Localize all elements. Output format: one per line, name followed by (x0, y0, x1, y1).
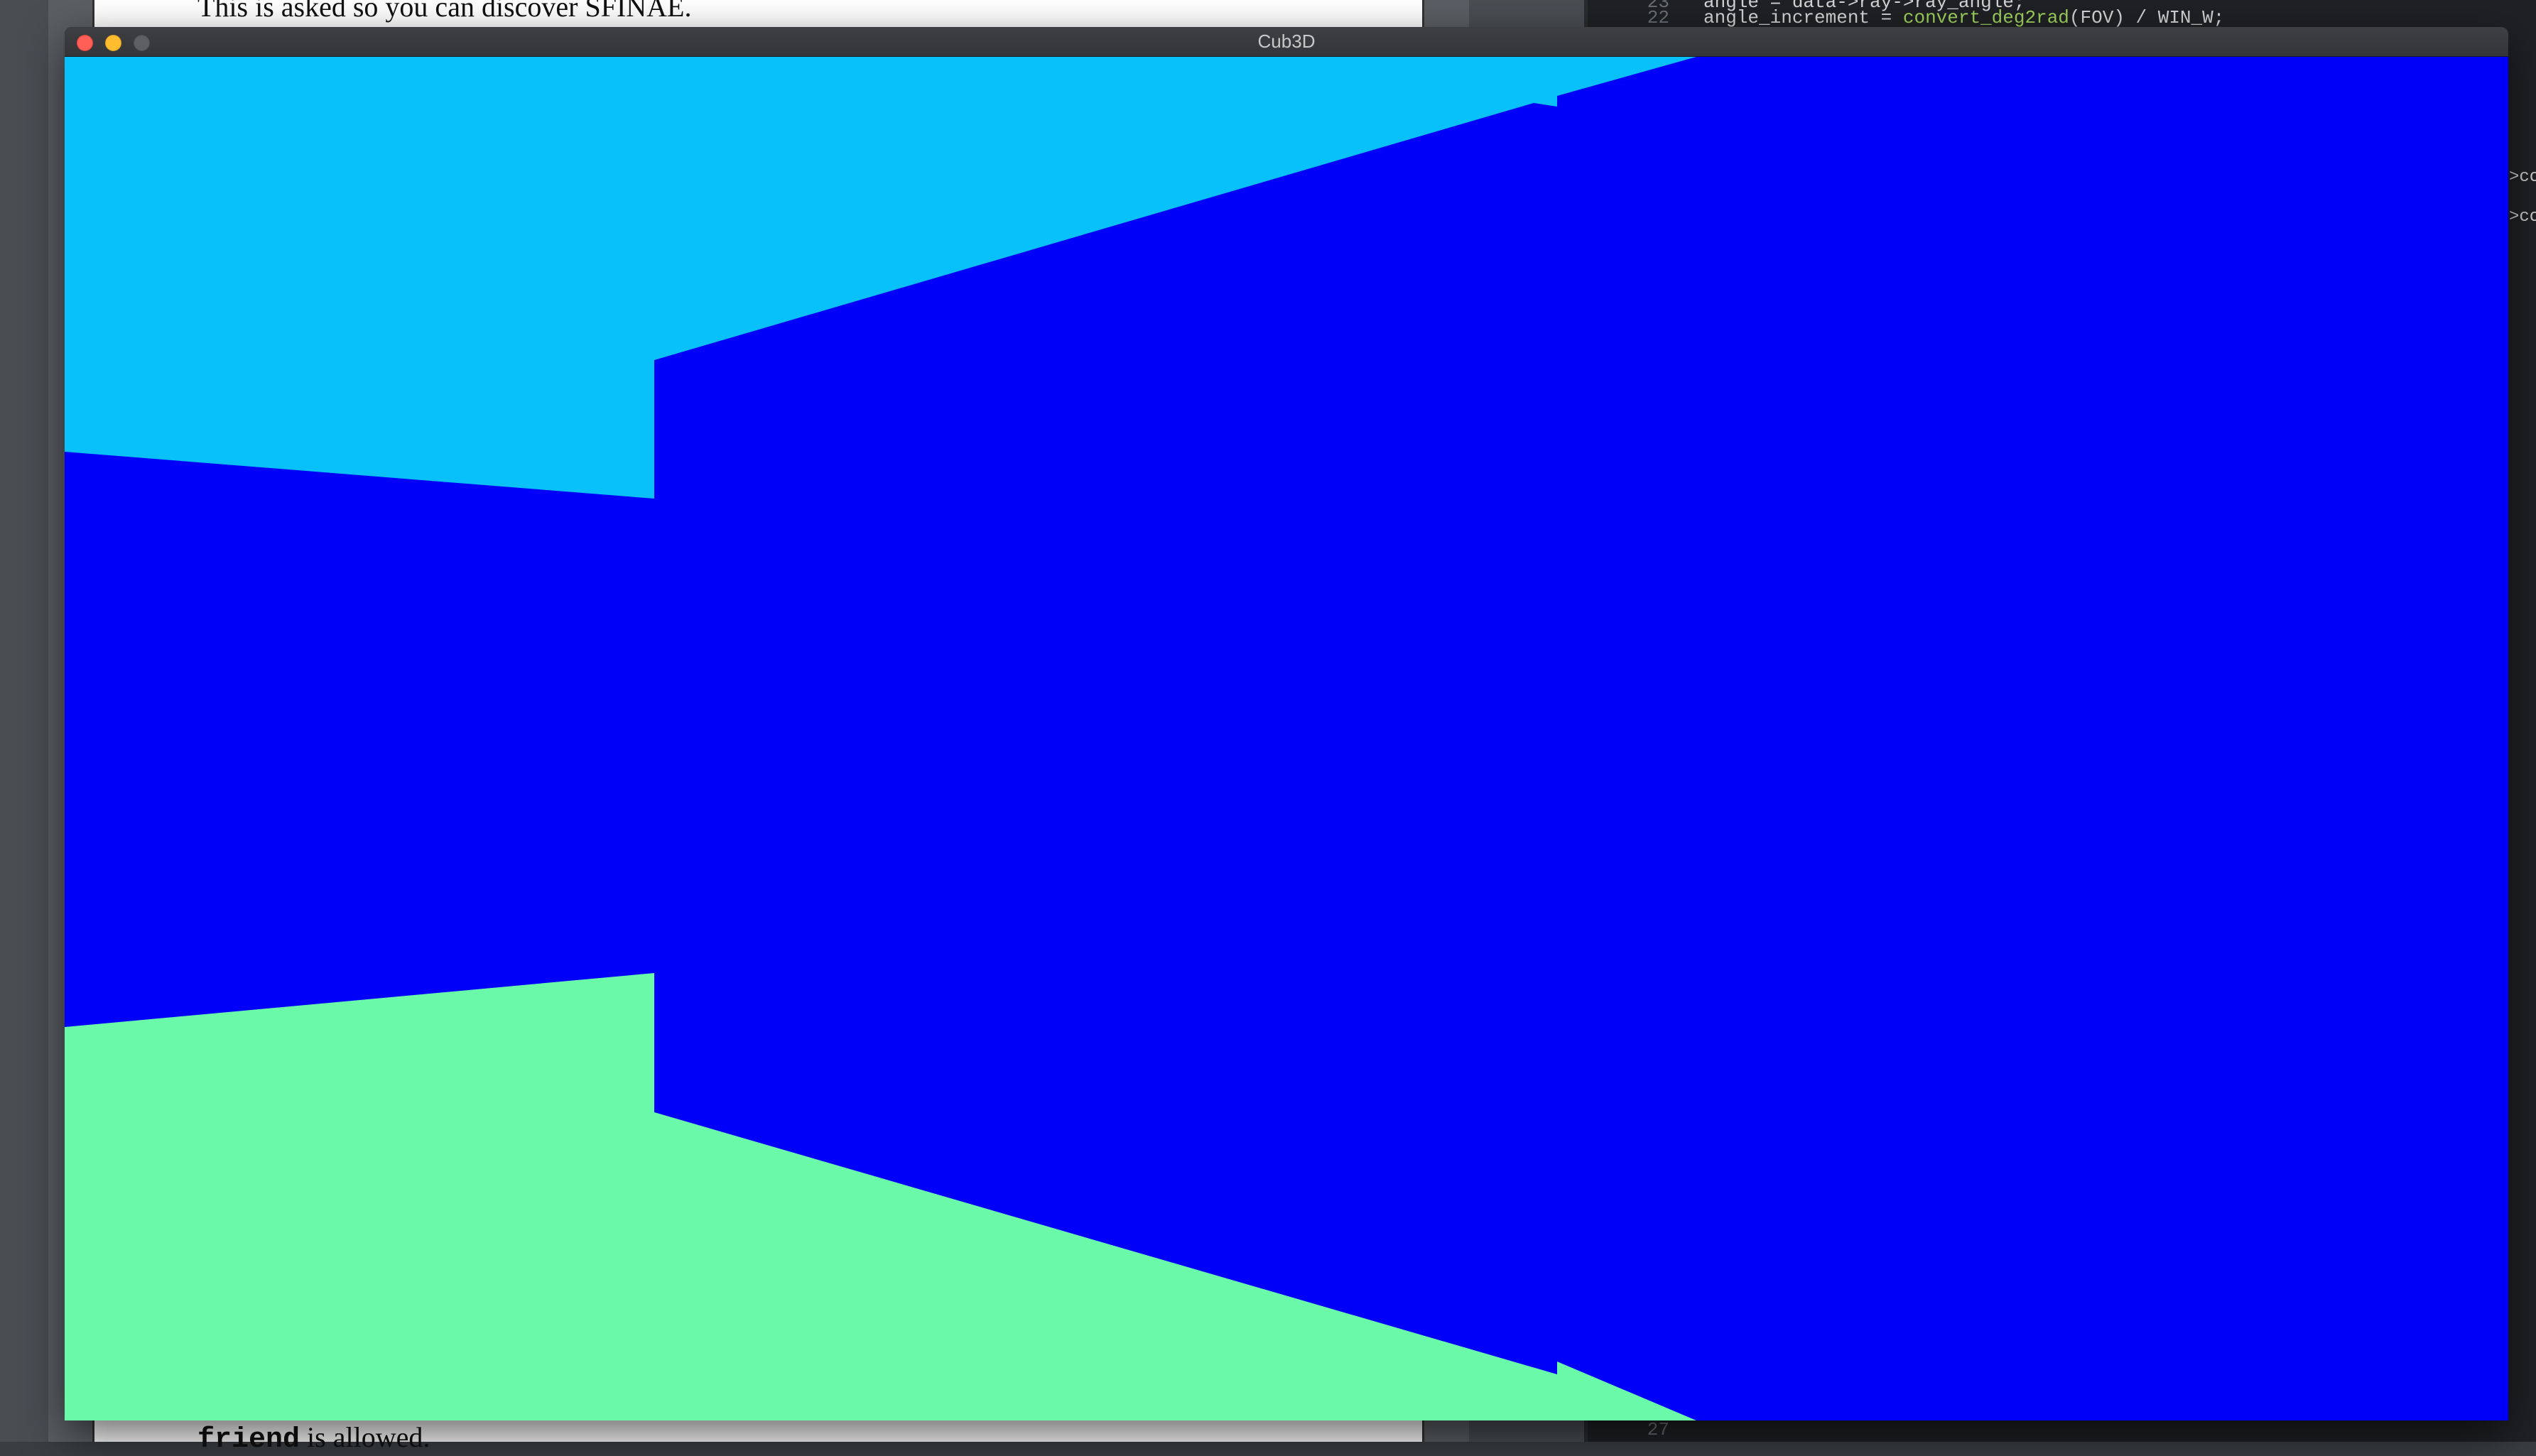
code-line: 27 (1605, 1419, 1703, 1440)
raycast-scene (65, 57, 2508, 1420)
code-line: 22 angle_increment = convert_deg2rad(FOV)… (1605, 7, 2225, 28)
line-number: 27 (1647, 1419, 1669, 1440)
cub3d-window[interactable]: Cub3D (65, 27, 2508, 1420)
close-button[interactable] (77, 35, 93, 51)
desktop: This is asked so you can discover SFINAE… (0, 0, 2536, 1456)
code-text: (FOV) / WIN_W; (2069, 7, 2225, 28)
render-viewport[interactable] (65, 57, 2508, 1420)
pdf-text-line: This is asked so you can discover SFINAE… (197, 0, 692, 23)
window-titlebar[interactable]: Cub3D (65, 27, 2508, 57)
line-number: 22 (1647, 7, 1669, 28)
code-fragment: >co (2509, 168, 2536, 187)
maximize-button[interactable] (134, 35, 150, 51)
pdf-text-line: friend is allowed. (197, 1420, 430, 1456)
minimize-button[interactable] (105, 35, 121, 51)
function-name: convert_deg2rad (1902, 7, 2069, 28)
pdf-text: is allowed. (300, 1421, 430, 1453)
code-text: angle_increment = (1703, 7, 1903, 28)
window-title: Cub3D (1257, 31, 1316, 52)
pdf-inline-code: friend (197, 1424, 300, 1456)
code-fragment: >co (2509, 207, 2536, 227)
